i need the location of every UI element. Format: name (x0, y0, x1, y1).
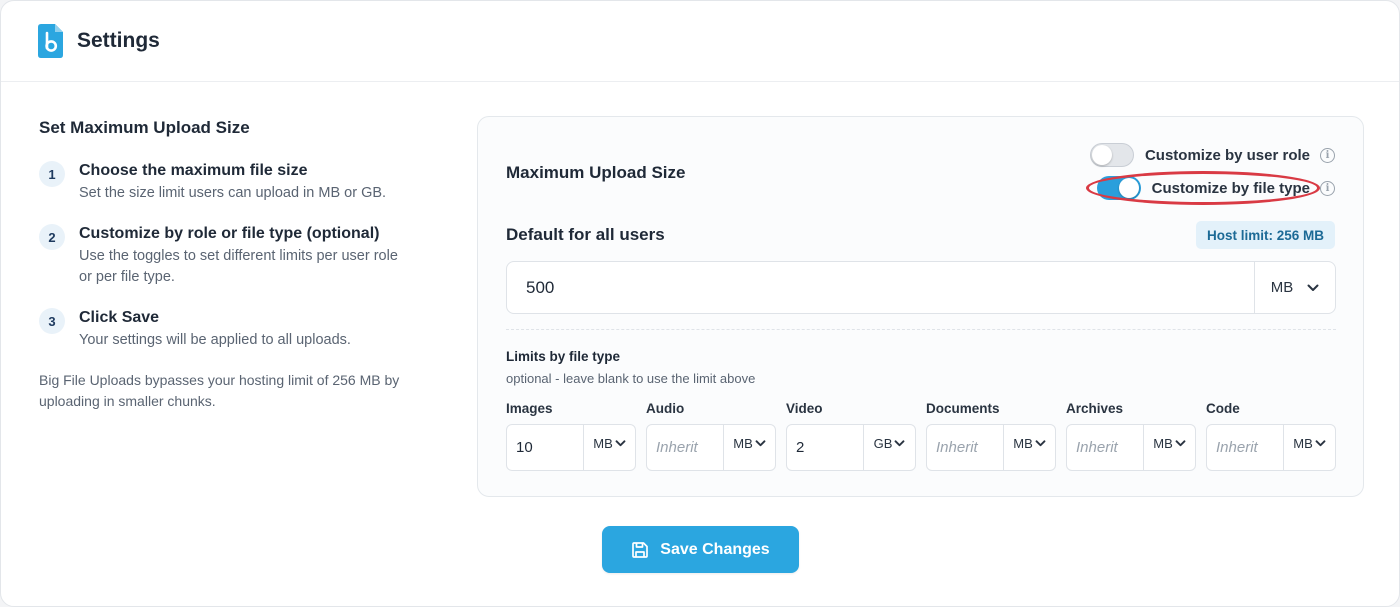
chevron-down-icon (894, 440, 905, 447)
limits-title: Limits by file type (506, 349, 621, 364)
step-item: 2 Customize by role or file type (option… (39, 223, 439, 288)
save-changes-button[interactable]: Save Changes (602, 526, 799, 573)
step-title: Click Save (79, 309, 160, 326)
audio-unit-select[interactable]: MB (723, 425, 775, 470)
documents-limit-input[interactable] (927, 425, 1003, 470)
code-limit-input[interactable] (1207, 425, 1283, 470)
section-divider (506, 329, 1336, 330)
chevron-down-icon (1315, 440, 1326, 447)
unit-value: MB (1293, 436, 1313, 451)
file-type-field: MB (1206, 424, 1336, 471)
limits-subtitle: optional - leave blank to use the limit … (506, 371, 756, 386)
host-limit-badge: Host limit: 256 MB (1195, 221, 1335, 249)
step-item: 3 Click Save Your settings will be appli… (39, 307, 439, 351)
step-description: Set the size limit users can upload in M… (79, 185, 387, 201)
default-unit-select[interactable]: MB (1254, 262, 1335, 313)
audio-limit-input[interactable] (647, 425, 723, 470)
step-number-badge: 2 (39, 224, 65, 250)
images-unit-select[interactable]: MB (583, 425, 635, 470)
step-number-badge: 3 (39, 308, 65, 334)
code-unit-select[interactable]: MB (1283, 425, 1335, 470)
file-type-code: Code MB (1206, 401, 1336, 471)
card-title: Maximum Upload Size (506, 163, 686, 182)
file-type-label: Archives (1066, 401, 1124, 416)
default-limit-field: MB (506, 261, 1336, 314)
file-type-video: Video GB (786, 401, 916, 471)
file-type-field: MB (506, 424, 636, 471)
archives-limit-input[interactable] (1067, 425, 1143, 470)
step-title: Choose the maximum file size (79, 162, 308, 179)
step-title: Customize by role or file type (optional… (79, 225, 380, 242)
file-type-audio: Audio MB (646, 401, 776, 471)
chevron-down-icon (1175, 440, 1186, 447)
floppy-disk-icon (632, 541, 649, 558)
default-limit-label: Default for all users (506, 225, 665, 244)
file-type-images: Images MB (506, 401, 636, 471)
toggle-knob (1118, 178, 1139, 198)
step-description: Use the toggles to set different limits … (79, 248, 398, 285)
step-description: Your settings will be applied to all upl… (79, 332, 351, 348)
file-type-field: MB (1066, 424, 1196, 471)
file-type-label: Images (506, 401, 553, 416)
upload-size-card: Maximum Upload Size Customize by user ro… (477, 116, 1364, 497)
unit-value: MB (733, 436, 753, 451)
archives-unit-select[interactable]: MB (1143, 425, 1195, 470)
default-limit-input[interactable] (507, 262, 1254, 313)
file-type-field: GB (786, 424, 916, 471)
documents-unit-select[interactable]: MB (1003, 425, 1055, 470)
file-type-label: Documents (926, 401, 1000, 416)
big-file-uploads-logo-icon (38, 24, 63, 58)
images-limit-input[interactable] (507, 425, 583, 470)
file-type-field: MB (926, 424, 1056, 471)
file-type-label: Code (1206, 401, 1240, 416)
file-type-label: Audio (646, 401, 685, 416)
instructions-title: Set Maximum Upload Size (39, 118, 250, 137)
default-unit-value: MB (1270, 279, 1294, 296)
header: Settings (1, 1, 1399, 82)
step-number-badge: 1 (39, 161, 65, 187)
page-title: Settings (77, 29, 160, 52)
video-unit-select[interactable]: GB (863, 425, 915, 470)
file-type-toggle[interactable] (1096, 176, 1141, 200)
chevron-down-icon (1035, 440, 1046, 447)
toggle-row-user-role: Customize by user role i (1089, 143, 1335, 167)
file-type-limits: Images MB Audio MB (506, 401, 1336, 471)
info-icon[interactable]: i (1320, 147, 1335, 163)
step-item: 1 Choose the maximum file size Set the s… (39, 160, 439, 204)
chevron-down-icon (615, 440, 626, 447)
unit-value: MB (593, 436, 613, 451)
save-button-label: Save Changes (660, 540, 770, 558)
unit-value: GB (873, 436, 893, 451)
user-role-toggle-label: Customize by user role (1144, 146, 1310, 164)
file-type-documents: Documents MB (926, 401, 1056, 471)
hosting-limit-note: Big File Uploads bypasses your hosting l… (39, 372, 400, 409)
file-type-toggle-label: Customize by file type (1151, 179, 1310, 197)
toggle-knob (1091, 145, 1112, 165)
user-role-toggle[interactable] (1089, 143, 1134, 167)
chevron-down-icon (1307, 284, 1319, 291)
video-limit-input[interactable] (787, 425, 863, 470)
file-type-field: MB (646, 424, 776, 471)
chevron-down-icon (755, 440, 766, 447)
unit-value: MB (1013, 436, 1033, 451)
toggle-row-file-type: Customize by file type i (1096, 176, 1335, 200)
settings-window: Settings Set Maximum Upload Size 1 Choos… (0, 0, 1400, 607)
info-icon[interactable]: i (1320, 180, 1335, 196)
unit-value: MB (1153, 436, 1173, 451)
file-type-label: Video (786, 401, 823, 416)
file-type-archives: Archives MB (1066, 401, 1196, 471)
instructions-panel: Set Maximum Upload Size 1 Choose the max… (39, 118, 439, 412)
steps-list: 1 Choose the maximum file size Set the s… (39, 160, 439, 351)
